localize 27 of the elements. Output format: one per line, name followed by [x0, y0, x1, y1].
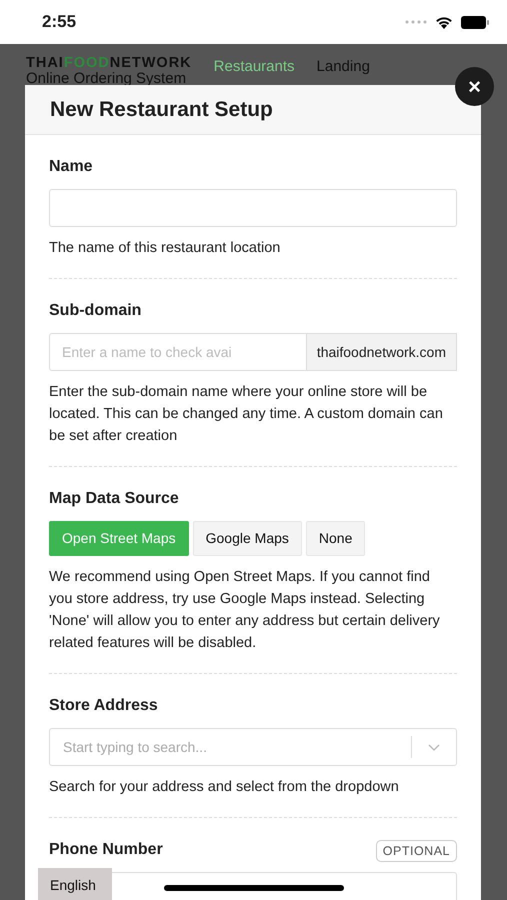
field-label: Map Data Source — [49, 489, 179, 509]
option-button[interactable]: Open Street Maps — [49, 521, 189, 556]
brand-logo-text[interactable]: NETWORK — [110, 55, 192, 71]
brand-logo-text[interactable]: THAI — [26, 55, 64, 71]
field-label: Name — [49, 157, 93, 177]
option-button[interactable]: None — [306, 521, 366, 556]
help-text: Search for your address and select from the dropdown — [49, 778, 400, 797]
help-text: Enter the sub-domain name where your online store will be located. This can be changed any time. A custom domain can be set after creation — [49, 383, 444, 446]
address-select[interactable]: Start typing to search... — [49, 728, 457, 766]
modal-title: New Restaurant Setup — [50, 97, 274, 123]
input-field[interactable] — [49, 189, 457, 227]
language-menu[interactable]: English — [38, 868, 112, 900]
battery-icon — [461, 16, 489, 28]
field-label: Sub-domain — [49, 301, 142, 321]
wifi-icon — [435, 16, 453, 28]
help-text: The name of this restaurant location — [49, 239, 282, 258]
input-field[interactable]: Enter a name to check avai — [49, 333, 307, 371]
help-text: We recommend using Open Street Maps. If you cannot find you store address, try use Google Maps instead. Selecting 'None' will allow you to enter any address but certain delivery related features will be disabled. — [49, 568, 441, 653]
field-label: Store Address — [49, 696, 158, 716]
signal-icon — [405, 20, 427, 24]
chevron-down-icon — [428, 744, 440, 750]
optional-tag: OPTIONAL — [376, 840, 457, 862]
clock-time: 2:55 — [42, 11, 76, 34]
brand-subtitle: Online Ordering System — [26, 70, 188, 86]
domain-suffix: thaifoodnetwork.com — [306, 333, 457, 371]
option-button[interactable]: Google Maps — [192, 521, 302, 556]
field-label: Phone Number — [49, 840, 163, 860]
